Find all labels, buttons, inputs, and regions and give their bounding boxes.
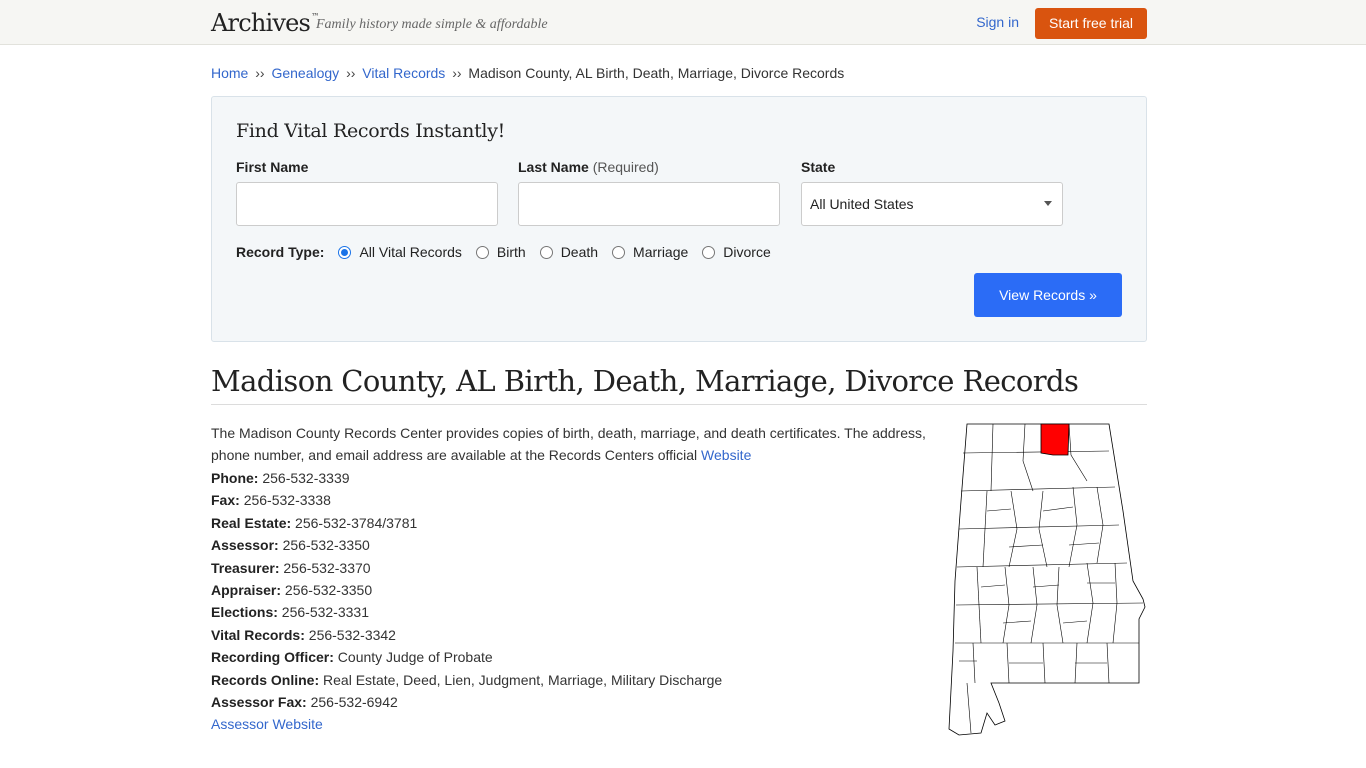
breadcrumb-home[interactable]: Home [211, 65, 248, 81]
first-name-label: First Name [236, 159, 309, 175]
info-row-vital-records: Vital Records: 256-532-3342 [211, 626, 396, 643]
info-row-assessor: Assessor: 256-532-3350 [211, 537, 370, 554]
radio-button[interactable] [338, 245, 352, 259]
chevron-down-icon [1044, 201, 1052, 206]
record-type-label: Record Type: [236, 244, 325, 260]
assessor-website-link[interactable]: Assessor Website [211, 716, 323, 732]
info-row-real-estate: Real Estate: 256-532-3784/3781 [211, 514, 418, 531]
breadcrumb-separator: ›› [346, 65, 356, 81]
radio-all-vital-records[interactable]: All Vital Records [338, 244, 462, 260]
breadcrumb-separator: ›› [255, 65, 265, 81]
radio-divorce[interactable]: Divorce [702, 244, 771, 260]
radio-marriage[interactable]: Marriage [612, 244, 688, 260]
alabama-county-map [948, 423, 1146, 736]
radio-button[interactable] [539, 245, 553, 259]
first-name-input[interactable] [236, 182, 498, 226]
breadcrumb-separator: ›› [452, 65, 462, 81]
website-link[interactable]: Website [701, 447, 751, 463]
county-info: The Madison County Records Center provid… [211, 405, 1147, 745]
info-row-treasurer: Treasurer: 256-532-3370 [211, 559, 371, 576]
info-row-fax: Fax: 256-532-3338 [211, 492, 331, 509]
info-row-appraiser: Appraiser: 256-532-3350 [211, 582, 373, 599]
tagline: Family history made simple & affordable [316, 17, 548, 32]
contact-info-list: Phone: 256-532-3339 Fax: 256-532-3338 Re… [211, 467, 722, 736]
radio-button[interactable] [702, 245, 716, 259]
radio-death[interactable]: Death [539, 244, 598, 260]
site-header: Archives™ Family history made simple & a… [0, 0, 1366, 45]
state-label: State [801, 159, 836, 175]
view-records-button[interactable]: View Records » [974, 273, 1122, 317]
radio-button[interactable] [475, 245, 489, 259]
radio-birth[interactable]: Birth [475, 244, 526, 260]
page-title: Madison County, AL Birth, Death, Marriag… [211, 364, 1147, 405]
last-name-input[interactable] [518, 182, 780, 226]
info-row-elections: Elections: 256-532-3331 [211, 604, 369, 621]
info-row-assessor-fax: Assessor Fax: 256-532-6942 [211, 694, 398, 711]
breadcrumb-current: Madison County, AL Birth, Death, Marriag… [468, 65, 845, 81]
radio-button[interactable] [612, 245, 626, 259]
state-select[interactable]: All United States [801, 182, 1063, 226]
search-title: Find Vital Records Instantly! [236, 120, 505, 142]
state-select-value: All United States [810, 196, 914, 212]
info-row-phone: Phone: 256-532-3339 [211, 470, 350, 486]
record-type-group: Record Type: All Vital Records Birth Dea… [236, 243, 785, 261]
breadcrumb: Home ›› Genealogy ›› Vital Records ›› Ma… [211, 65, 1147, 82]
description: The Madison County Records Center provid… [211, 425, 926, 464]
start-free-trial-button[interactable]: Start free trial [1035, 8, 1147, 39]
breadcrumb-vital-records[interactable]: Vital Records [362, 65, 445, 81]
search-form: Find Vital Records Instantly! First Name… [211, 96, 1147, 342]
last-name-label: Last Name (Required) [518, 159, 659, 175]
madison-county-highlight [1040, 423, 1070, 456]
breadcrumb-genealogy[interactable]: Genealogy [271, 65, 339, 81]
logo[interactable]: Archives™ [211, 9, 319, 37]
sign-in-link[interactable]: Sign in [976, 14, 1019, 30]
info-row-records-online: Records Online: Real Estate, Deed, Lien,… [211, 671, 723, 688]
required-note: (Required) [592, 159, 659, 175]
info-row-recording-officer: Recording Officer: County Judge of Proba… [211, 649, 493, 666]
